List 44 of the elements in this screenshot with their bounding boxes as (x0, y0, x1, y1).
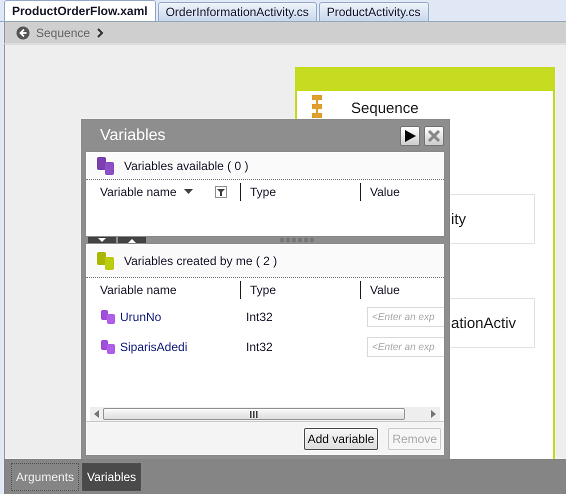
activity-title: ity (451, 210, 466, 228)
column-header[interactable]: Value (370, 185, 400, 199)
expand-button[interactable] (118, 237, 146, 243)
section-heading: Variables created by me ( 2 ) (124, 254, 278, 268)
breadcrumb-item[interactable]: Sequence (36, 26, 90, 40)
column-header[interactable]: Variable name (100, 185, 176, 199)
database-icon (96, 250, 116, 270)
filter-icon[interactable] (214, 186, 226, 198)
scroll-right-icon[interactable] (431, 410, 436, 418)
designer-tab[interactable]: Variables (82, 463, 142, 491)
section-heading: Variables available ( 0 ) (124, 158, 249, 172)
column-header[interactable]: Type (250, 283, 276, 297)
scroll-left-icon[interactable] (94, 410, 99, 418)
activity-title: ationActiv (451, 314, 516, 332)
down-triangle-icon (98, 238, 106, 242)
close-button[interactable] (424, 126, 444, 146)
horizontal-scrollbar[interactable] (90, 407, 440, 421)
grip-icon (250, 410, 258, 418)
variable-type[interactable]: Int32 (240, 310, 367, 324)
chevron-icon (96, 28, 104, 38)
variable-icon (100, 339, 116, 355)
database-icon (96, 156, 116, 176)
document-tab[interactable]: OrderInformationActivity.cs (158, 2, 317, 21)
variable-type[interactable]: Int32 (240, 340, 367, 354)
column-header[interactable]: Type (250, 185, 276, 199)
value-field[interactable]: <Enter an exp (367, 337, 444, 357)
variable-name[interactable]: UrunNo (120, 310, 162, 324)
document-tab[interactable]: ProductActivity.cs (318, 2, 429, 21)
column-header[interactable]: Variable name (100, 283, 176, 297)
variable-name[interactable]: SiparisAdedi (120, 340, 188, 354)
variable-icon (100, 309, 116, 325)
panel-title: Variables (100, 126, 167, 144)
document-tab[interactable]: ProductOrderFlow.xaml (4, 0, 156, 21)
dropdown-icon[interactable] (184, 189, 192, 195)
back-icon[interactable] (16, 26, 30, 40)
panel-button[interactable]: Add variable (304, 428, 378, 450)
column-header[interactable]: Value (370, 283, 400, 297)
close-icon (427, 128, 441, 142)
play-icon (403, 128, 417, 142)
sequence-title: Sequence (351, 100, 419, 116)
play-button[interactable] (400, 126, 420, 146)
collapse-button[interactable] (88, 237, 116, 243)
sequence-icon (311, 95, 323, 121)
value-field[interactable]: <Enter an exp (367, 307, 444, 327)
